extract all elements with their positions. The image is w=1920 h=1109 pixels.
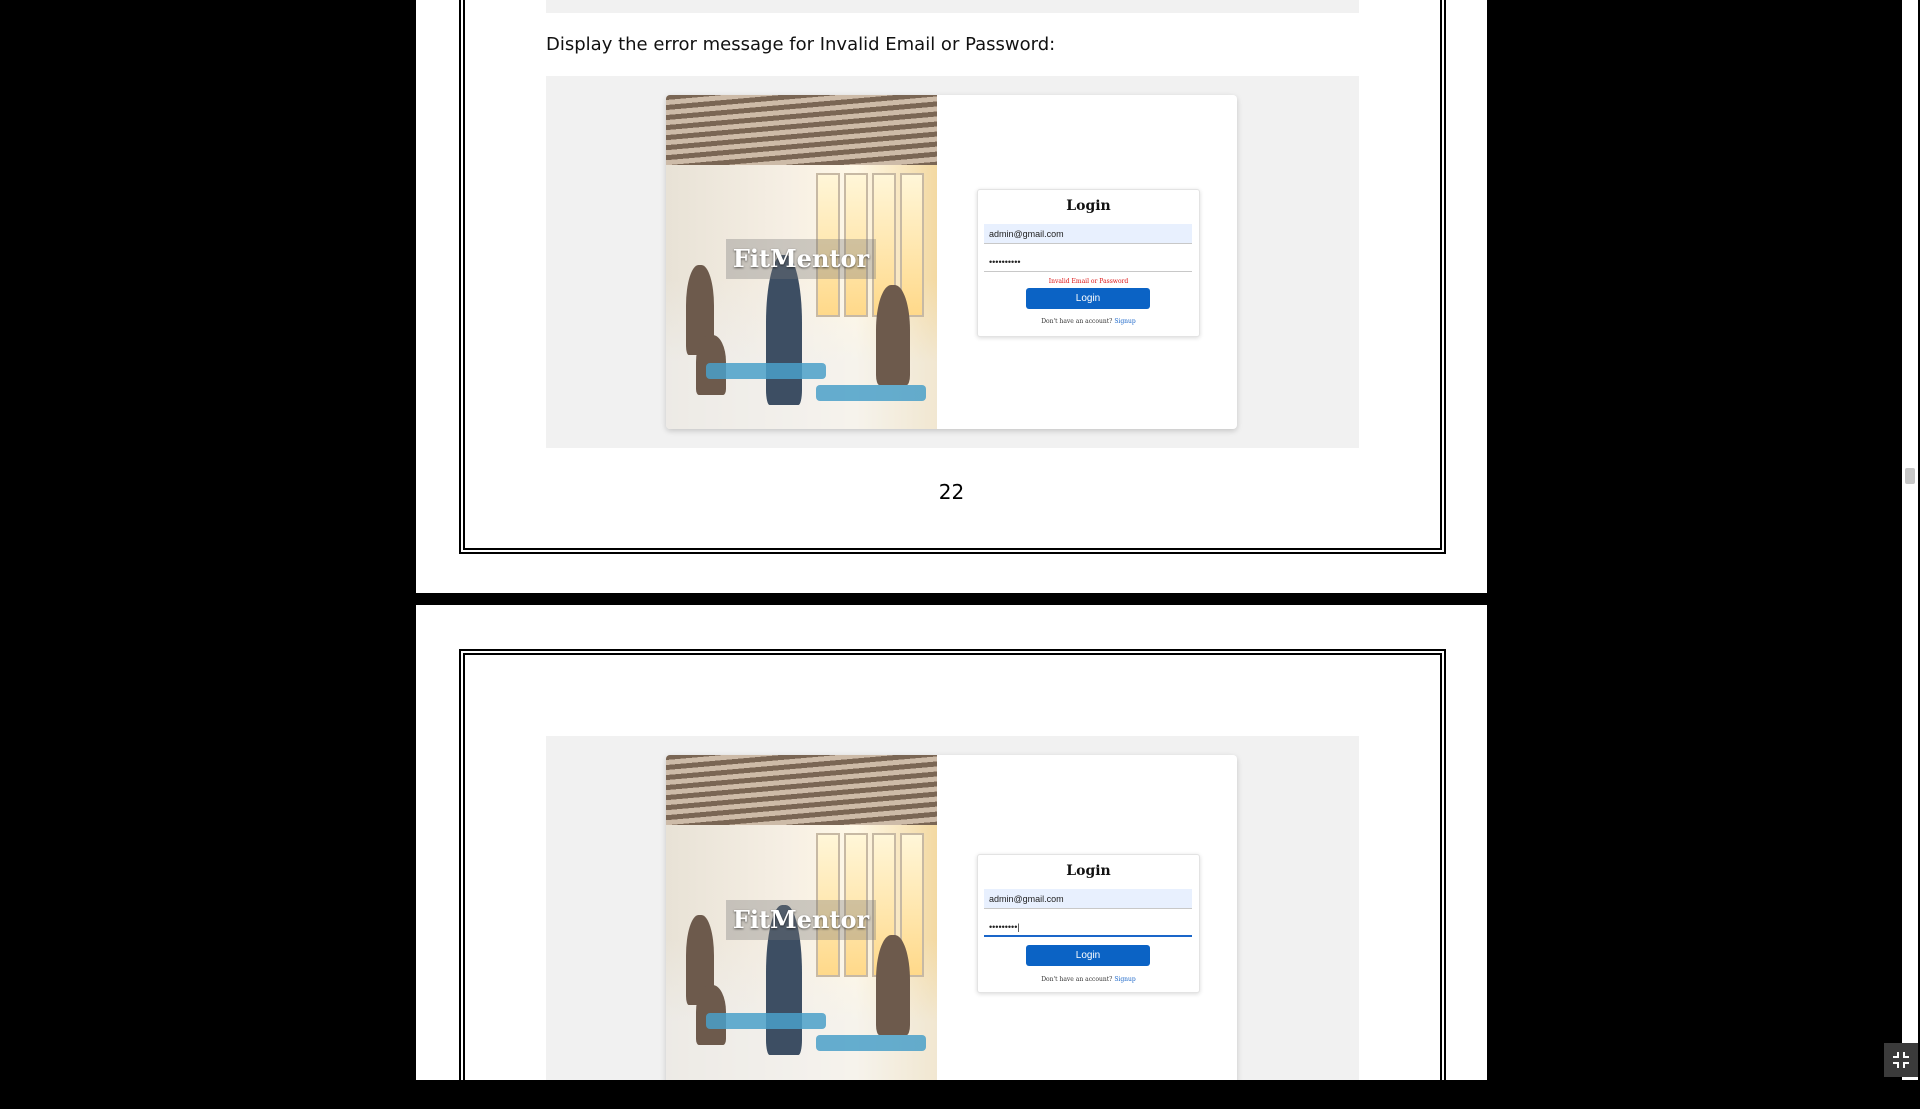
page-number: 22	[938, 480, 965, 504]
screenshot-figure: FitMentor Login admin@gmail.com ••••••••…	[546, 76, 1359, 448]
gym-hero-image: FitMentor	[666, 95, 937, 429]
brand-overlay: FitMentor	[726, 239, 876, 279]
login-form: Login admin@gmail.com •••••••••• Invalid…	[977, 189, 1200, 337]
login-page-card: FitMentor Login admin@gmail.com ••••••••…	[666, 755, 1237, 1080]
hero-mat	[816, 1035, 926, 1051]
brand-logo: FitMentor	[732, 244, 870, 273]
hero-figure	[876, 935, 910, 1035]
previous-figure-edge	[546, 0, 1359, 13]
hero-figure	[876, 285, 910, 385]
login-title: Login	[1066, 198, 1111, 214]
document-viewer: Display the error message for Invalid Em…	[0, 0, 1920, 1109]
figure-caption: Display the error message for Invalid Em…	[546, 34, 1056, 55]
email-field[interactable]: admin@gmail.com	[984, 224, 1192, 244]
signup-prompt-text: Don't have an account?	[1041, 318, 1113, 325]
login-title: Login	[1066, 863, 1111, 879]
email-field[interactable]: admin@gmail.com	[984, 889, 1192, 909]
signup-prompt: Don't have an account? Signup	[978, 976, 1199, 983]
brand-logo: FitMentor	[732, 905, 870, 934]
gym-hero-image: FitMentor	[666, 755, 937, 1080]
login-page-card: FitMentor Login admin@gmail.com ••••••••…	[666, 95, 1237, 429]
screenshot-figure: FitMentor Login admin@gmail.com ••••••••…	[546, 736, 1359, 1080]
document-page: FitMentor Login admin@gmail.com ••••••••…	[416, 605, 1487, 1109]
signup-link[interactable]: Signup	[1114, 318, 1135, 325]
scrollbar-thumb[interactable]	[1905, 468, 1915, 484]
login-form: Login admin@gmail.com •••••••••| Login D…	[977, 854, 1200, 993]
login-button[interactable]: Login	[1026, 288, 1150, 309]
exit-fullscreen-icon	[1893, 1052, 1909, 1068]
hero-mat	[706, 1013, 826, 1029]
password-field[interactable]: •••••••••|	[984, 917, 1192, 937]
exit-fullscreen-button[interactable]	[1884, 1043, 1918, 1077]
document-page: Display the error message for Invalid Em…	[416, 0, 1487, 593]
error-message: Invalid Email or Password	[1048, 278, 1129, 285]
signup-link[interactable]: Signup	[1114, 976, 1135, 983]
brand-overlay: FitMentor	[726, 900, 876, 940]
password-field[interactable]: ••••••••••	[984, 252, 1192, 272]
vertical-scrollbar[interactable]	[1902, 0, 1918, 1080]
hero-mat	[706, 363, 826, 379]
hero-mat	[816, 385, 926, 401]
signup-prompt-text: Don't have an account?	[1041, 976, 1113, 983]
signup-prompt: Don't have an account? Signup	[978, 318, 1199, 325]
login-button[interactable]: Login	[1026, 945, 1150, 966]
